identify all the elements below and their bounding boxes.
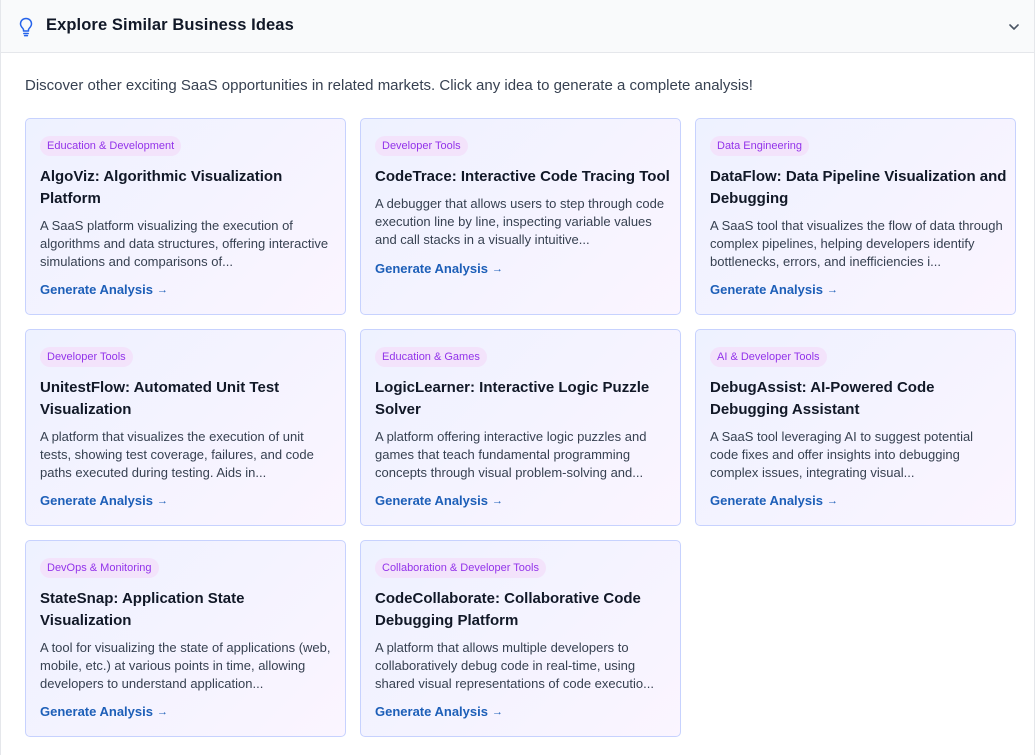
- generate-analysis-link[interactable]: Generate Analysis →: [375, 492, 503, 510]
- arrow-right-icon: →: [491, 495, 503, 507]
- category-badge: Collaboration & Developer Tools: [375, 558, 546, 578]
- arrow-right-icon: →: [156, 706, 168, 718]
- idea-title: StateSnap: Application State Visualizati…: [40, 590, 245, 629]
- idea-description: A tool for visualizing the state of appl…: [40, 640, 331, 691]
- idea-card-logiclearner[interactable]: Education & Games LogicLearner: Interact…: [360, 329, 681, 526]
- generate-analysis-link[interactable]: Generate Analysis →: [40, 703, 168, 721]
- category-badge: Data Engineering: [710, 136, 810, 156]
- category-badge: AI & Developer Tools: [710, 347, 827, 367]
- arrow-right-icon: →: [826, 495, 838, 507]
- idea-card-codetrace[interactable]: Developer Tools CodeTrace: Interactive C…: [360, 118, 681, 315]
- section-title: Explore Similar Business Ideas: [46, 16, 294, 34]
- generate-analysis-link[interactable]: Generate Analysis →: [40, 281, 168, 299]
- idea-description: A platform that visualizes the execution…: [40, 429, 314, 480]
- category-badge: DevOps & Monitoring: [40, 558, 159, 578]
- generate-analysis-label: Generate Analysis: [40, 493, 153, 508]
- idea-title: LogicLearner: Interactive Logic Puzzle S…: [375, 379, 650, 418]
- idea-title: DataFlow: Data Pipeline Visualization an…: [710, 168, 1007, 207]
- idea-card-codecollaborate[interactable]: Collaboration & Developer Tools CodeColl…: [360, 540, 681, 737]
- generate-analysis-link[interactable]: Generate Analysis →: [710, 492, 838, 510]
- idea-description: A SaaS tool leveraging AI to suggest pot…: [710, 429, 974, 480]
- idea-title: CodeTrace: Interactive Code Tracing Tool: [375, 168, 670, 185]
- category-badge: Developer Tools: [40, 347, 133, 367]
- idea-description: A SaaS platform visualizing the executio…: [40, 218, 329, 269]
- idea-title: AlgoViz: Algorithmic Visualization Platf…: [40, 168, 283, 207]
- arrow-right-icon: →: [156, 495, 168, 507]
- idea-card-algoviz[interactable]: Education & Development AlgoViz: Algorit…: [25, 118, 346, 315]
- generate-analysis-label: Generate Analysis: [710, 282, 823, 297]
- idea-description: A SaaS tool that visualizes the flow of …: [710, 218, 1003, 269]
- idea-title: UnitestFlow: Automated Unit Test Visuali…: [40, 379, 280, 418]
- arrow-right-icon: →: [491, 706, 503, 718]
- chevron-down-icon[interactable]: [1007, 20, 1021, 34]
- idea-card-statesnap[interactable]: DevOps & Monitoring StateSnap: Applicati…: [25, 540, 346, 737]
- arrow-right-icon: →: [491, 263, 503, 275]
- arrow-right-icon: →: [156, 284, 168, 296]
- intro-text: Discover other exciting SaaS opportuniti…: [25, 77, 753, 94]
- category-badge: Education & Games: [375, 347, 487, 367]
- category-badge: Developer Tools: [375, 136, 468, 156]
- similar-ideas-panel: Explore Similar Business Ideas Discover …: [0, 0, 1035, 755]
- category-badge: Education & Development: [40, 136, 182, 156]
- generate-analysis-label: Generate Analysis: [710, 493, 823, 508]
- generate-analysis-label: Generate Analysis: [375, 493, 488, 508]
- lightbulb-icon: [19, 17, 33, 37]
- generate-analysis-link[interactable]: Generate Analysis →: [375, 703, 503, 721]
- generate-analysis-label: Generate Analysis: [40, 282, 153, 297]
- section-header[interactable]: Explore Similar Business Ideas: [1, 0, 1034, 53]
- arrow-right-icon: →: [826, 284, 838, 296]
- idea-description: A debugger that allows users to step thr…: [375, 196, 665, 247]
- idea-card-unitestflow[interactable]: Developer Tools UnitestFlow: Automated U…: [25, 329, 346, 526]
- generate-analysis-link[interactable]: Generate Analysis →: [40, 492, 168, 510]
- idea-description: A platform that allows multiple develope…: [375, 640, 654, 691]
- generate-analysis-label: Generate Analysis: [375, 704, 488, 719]
- generate-analysis-label: Generate Analysis: [40, 704, 153, 719]
- idea-title: CodeCollaborate: Collaborative Code Debu…: [375, 590, 641, 629]
- generate-analysis-label: Generate Analysis: [375, 261, 488, 276]
- idea-description: A platform offering interactive logic pu…: [375, 429, 647, 480]
- idea-card-debugassist[interactable]: AI & Developer Tools DebugAssist: AI-Pow…: [695, 329, 1016, 526]
- idea-title: DebugAssist: AI-Powered Code Debugging A…: [710, 379, 935, 418]
- idea-card-dataflow[interactable]: Data Engineering DataFlow: Data Pipeline…: [695, 118, 1016, 315]
- generate-analysis-link[interactable]: Generate Analysis →: [375, 260, 503, 278]
- generate-analysis-link[interactable]: Generate Analysis →: [710, 281, 838, 299]
